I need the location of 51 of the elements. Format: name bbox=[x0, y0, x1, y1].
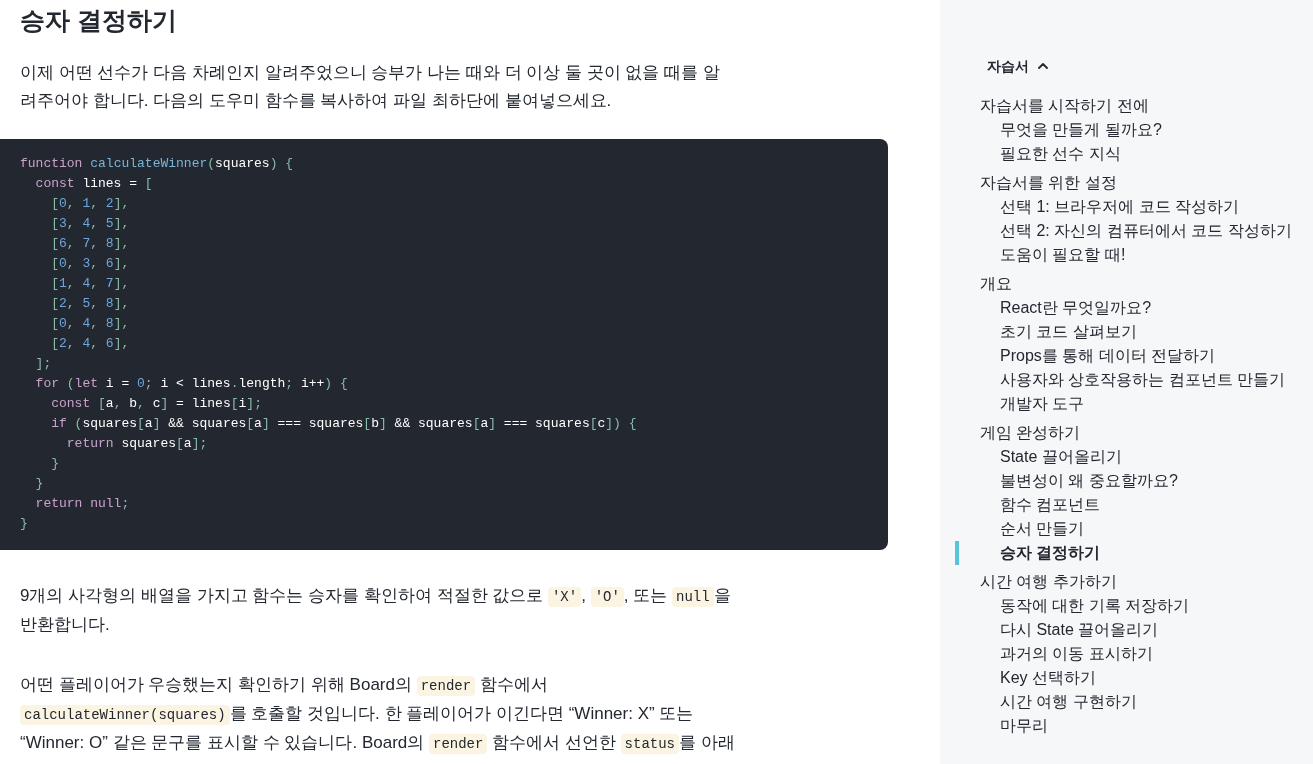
sidebar-item[interactable]: State 끌어올리기 bbox=[1000, 445, 1122, 469]
active-marker bbox=[955, 541, 959, 565]
code-line: } bbox=[20, 515, 28, 533]
code-line: function calculateWinner(squares) { bbox=[20, 155, 294, 173]
code-line: for (let i = 0; i < lines.length; i++) { bbox=[35, 375, 348, 393]
sidebar-item[interactable]: 필요한 선수 지식 bbox=[1000, 142, 1121, 166]
sidebar-item[interactable]: 동작에 대한 기록 저장하기 bbox=[1000, 594, 1190, 618]
sidebar-item[interactable]: 개요 bbox=[980, 272, 1012, 296]
code-line: [2, 4, 6], bbox=[51, 335, 130, 353]
code-line: [0, 4, 8], bbox=[51, 315, 130, 333]
sidebar-item[interactable]: 시간 여행 구현하기 bbox=[1000, 690, 1137, 714]
page-heading: 승자 결정하기 bbox=[20, 5, 177, 36]
sidebar-item[interactable]: 게임 완성하기 bbox=[980, 421, 1081, 445]
sidebar-item[interactable]: 선택 2: 자신의 컴퓨터에서 코드 작성하기 bbox=[1000, 219, 1292, 243]
sidebar-item[interactable]: 순서 만들기 bbox=[1000, 517, 1085, 541]
code-line: ]; bbox=[35, 355, 52, 373]
sidebar-item[interactable]: 승자 결정하기 bbox=[1000, 541, 1101, 565]
code-line: [2, 5, 8], bbox=[51, 295, 130, 313]
code-line: [0, 1, 2], bbox=[51, 195, 130, 213]
code-line: } bbox=[51, 455, 59, 473]
sidebar-item[interactable]: 도움이 필요할 때! bbox=[1000, 243, 1126, 267]
code-line: return null; bbox=[35, 495, 130, 513]
code-line: if (squares[a] && squares[a] === squares[b] && squares[a] === squares[c]) { bbox=[51, 415, 637, 433]
sidebar-section-toggle[interactable]: 자습서 bbox=[987, 54, 1048, 78]
sidebar-item[interactable]: 자습서를 시작하기 전에 bbox=[980, 94, 1149, 118]
sidebar-item[interactable]: 함수 컴포넌트 bbox=[1000, 493, 1101, 517]
code-line: const lines = [ bbox=[35, 175, 153, 193]
paragraph: 어떤 플레이어가 우승했는지 확인하기 위해 Board의 render 함수에서 calculateWinner(squares) 를 호출할 것입니다. 한 플레이어가 이긴다면 “Winner: X” 또는 “Winner: O” 같은 문구를 표시할 수 있습니다. Board의 render 함수에서 선언한 status 를 아래 bbox=[20, 674, 736, 756]
paragraph: 이제 어떤 선수가 다음 차례인지 알려주었으니 승부가 나는 때와 더 이상 둘 곳이 없을 때를 알려주어야 합니다. 다음의 도우미 함수를 복사하여 파일 최하단에 붙여넣으세요. bbox=[20, 62, 721, 112]
paragraph: 9개의 사각형의 배열을 가지고 함수는 승자를 확인하여 적절한 값으로 'X' , 'O' , 또는 null 을 반환합니다. bbox=[20, 585, 732, 636]
sidebar-item[interactable]: 마무리 bbox=[1000, 714, 1048, 738]
code-line: [6, 7, 8], bbox=[51, 235, 130, 253]
sidebar-item[interactable]: 과거의 이동 표시하기 bbox=[1000, 642, 1153, 666]
sidebar-item[interactable]: 불변성이 왜 중요할까요? bbox=[1000, 469, 1178, 493]
sidebar-item[interactable]: React란 무엇일까요? bbox=[1000, 296, 1152, 320]
code-line: [3, 4, 5], bbox=[51, 215, 130, 233]
sidebar-item[interactable]: 자습서를 위한 설정 bbox=[980, 171, 1117, 195]
code-line: } bbox=[35, 475, 44, 493]
sidebar-item[interactable]: 선택 1: 브라우저에 코드 작성하기 bbox=[1000, 195, 1240, 219]
sidebar-item[interactable]: Key 선택하기 bbox=[1000, 666, 1096, 690]
sidebar-item[interactable]: 시간 여행 추가하기 bbox=[980, 570, 1117, 594]
code-line: [0, 3, 6], bbox=[51, 255, 130, 273]
sidebar-item[interactable]: 무엇을 만들게 될까요? bbox=[1000, 118, 1162, 142]
sidebar-item[interactable]: 다시 State 끌어올리기 bbox=[1000, 618, 1159, 642]
sidebar-item[interactable]: 초기 코드 살펴보기 bbox=[1000, 320, 1137, 344]
code-line: return squares[a]; bbox=[66, 435, 208, 453]
code-line: const [a, b, c] = lines[i]; bbox=[51, 395, 262, 413]
code-line: [1, 4, 7], bbox=[51, 275, 130, 293]
sidebar-item[interactable]: 사용자와 상호작용하는 컴포넌트 만들기 bbox=[1000, 368, 1286, 392]
sidebar-item[interactable]: Props를 통해 데이터 전달하기 bbox=[1000, 344, 1216, 368]
sidebar-item[interactable]: 개발자 도구 bbox=[1000, 392, 1085, 416]
